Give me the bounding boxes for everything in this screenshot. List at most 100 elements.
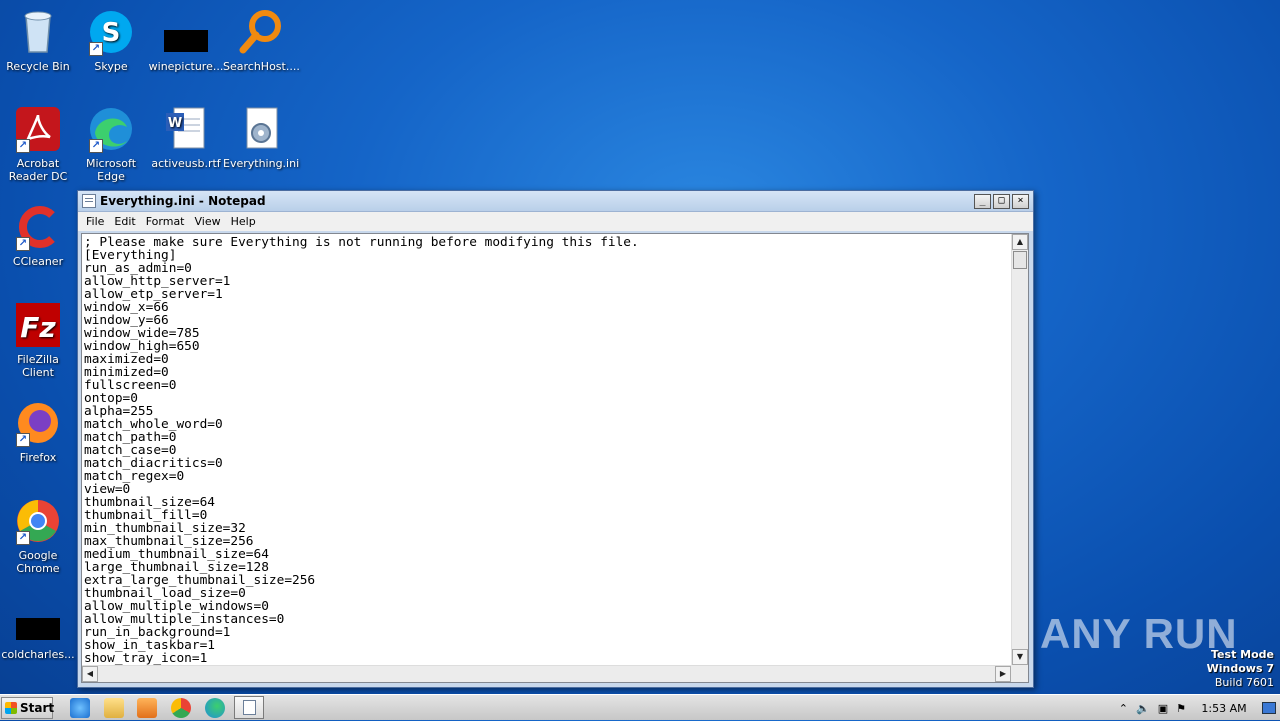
maximize-button[interactable]: □ [993,193,1010,209]
desktop-icon-firefox[interactable]: ↗ Firefox [0,399,76,464]
action-center-flag-icon[interactable]: ⚑ [1176,702,1186,715]
shortcut-arrow-icon: ↗ [16,237,30,251]
text-line: show_in_taskbar=1 [84,638,215,653]
shortcut-arrow-icon: ↗ [89,139,103,153]
minimize-button[interactable]: _ [974,193,991,209]
notepad-taskbar-button[interactable] [234,696,264,719]
volume-icon[interactable]: 🔈 [1136,702,1150,715]
ccleaner-icon: ↗ [14,203,62,251]
show-hidden-icons-icon[interactable]: ⌃ [1119,702,1128,715]
text-line: minimized=0 [84,365,169,380]
filezilla-icon: Fz [14,301,62,349]
text-line: run_in_background=1 [84,625,231,640]
text-line: view=0 [84,482,131,497]
menu-help[interactable]: Help [226,215,261,228]
test-mode-notice: Test Mode Windows 7 Build 7601 [1207,648,1274,690]
text-line: window_y=66 [84,313,169,328]
redacted-file-icon [14,596,62,644]
text-line: maximized=0 [84,352,169,367]
taskbar: Start ⌃ 🔈 ▣ ⚑ 1:53 AM [0,694,1280,720]
desktop-icon-label: FileZilla Client [17,353,59,379]
desktop-icon-searchhost[interactable]: SearchHost.... [223,8,300,73]
desktop-icon-label: CCleaner [12,255,64,268]
desktop-icon-label: Recycle Bin [6,60,70,73]
text-line: thumbnail_size=64 [84,495,215,510]
internet-explorer-icon[interactable] [70,698,90,718]
system-tray: ⌃ 🔈 ▣ ⚑ 1:53 AM [1115,695,1280,721]
menu-edit[interactable]: Edit [109,215,140,228]
desktop-icon-label: Skype [94,60,128,73]
desktop-icon-filezilla[interactable]: Fz FileZilla Client [0,301,76,379]
notepad-taskbar-icon [243,700,256,715]
text-line: [Everything] [84,248,177,263]
edge-taskbar-icon[interactable] [205,698,225,718]
scroll-down-button[interactable]: ▼ [1012,649,1028,665]
scroll-left-button[interactable]: ◀ [82,666,98,682]
text-line: show_tray_icon=1 [84,651,208,665]
media-player-icon[interactable] [137,698,157,718]
close-button[interactable]: × [1012,193,1029,209]
desktop-icon-ccleaner[interactable]: ↗ CCleaner [0,203,76,268]
redacted-file-icon [162,8,210,56]
build-line: Build 7601 [1214,676,1274,689]
horizontal-scrollbar[interactable]: ◀ ▶ [82,665,1011,682]
desktop-icon-acrobat[interactable]: ↗ Acrobat Reader DC [0,105,76,183]
start-button[interactable]: Start [1,697,55,719]
scroll-right-button[interactable]: ▶ [995,666,1011,682]
desktop-icon-everything-ini[interactable]: Everything.ini [223,105,299,170]
acrobat-icon: ↗ [14,105,62,153]
word-document-icon: W [162,105,210,153]
menu-bar: File Edit Format View Help [78,212,1033,231]
text-line: window_wide=785 [84,326,200,341]
vertical-scrollbar[interactable]: ▲ ▼ [1011,234,1028,665]
explorer-folder-icon[interactable] [104,698,124,718]
text-line: window_high=650 [84,339,200,354]
window-title: Everything.ini - Notepad [100,194,266,208]
scroll-up-button[interactable]: ▲ [1012,234,1028,250]
desktop-icon-recycle-bin[interactable]: Recycle Bin [0,8,76,73]
text-line: match_whole_word=0 [84,417,223,432]
desktop-icon-chrome[interactable]: ↗ Google Chrome [0,497,76,575]
text-line: match_diacritics=0 [84,456,223,471]
desktop-icon-winepicture[interactable]: winepicture... [148,8,224,73]
text-line: match_path=0 [84,430,177,445]
clock[interactable]: 1:53 AM [1194,702,1254,715]
text-line: ; Please make sure Everything is not run… [84,235,639,250]
network-icon[interactable]: ▣ [1158,702,1168,715]
skype-icon: S ↗ [87,8,135,56]
edge-icon: ↗ [87,105,135,153]
test-mode-line: Test Mode [1211,648,1274,661]
start-label: Start [20,701,55,715]
text-line: match_case=0 [84,443,177,458]
desktop-icon-label: Microsoft Edge [85,157,137,183]
desktop-icon-label: activeusb.rtf [151,157,221,170]
desktop-icon-label: SearchHost.... [223,60,300,73]
chrome-icon: ↗ [14,497,62,545]
notepad-icon [82,194,96,208]
desktop-icon-activeusb[interactable]: W activeusb.rtf [148,105,224,170]
menu-view[interactable]: View [190,215,226,228]
text-editor[interactable]: ; Please make sure Everything is not run… [81,233,1029,683]
show-desktop-icon[interactable] [1262,702,1276,714]
shortcut-arrow-icon: ↗ [89,42,103,56]
chrome-taskbar-icon[interactable] [171,698,191,718]
menu-format[interactable]: Format [141,215,190,228]
menu-file[interactable]: File [81,215,109,228]
text-line: allow_etp_server=1 [84,287,223,302]
title-bar[interactable]: Everything.ini - Notepad _ □ × [78,191,1033,212]
notepad-window[interactable]: Everything.ini - Notepad _ □ × File Edit… [77,190,1034,688]
svg-text:W: W [168,116,182,131]
windows-version-line: Windows 7 [1206,662,1274,675]
desktop-icon-edge[interactable]: ↗ Microsoft Edge [73,105,149,183]
vertical-scroll-thumb[interactable] [1013,251,1027,269]
text-line: fullscreen=0 [84,378,177,393]
desktop-icon-skype[interactable]: S ↗ Skype [73,8,149,73]
resize-grip[interactable] [1011,665,1028,682]
text-line: match_regex=0 [84,469,185,484]
text-line: window_x=66 [84,300,169,315]
desktop-icon-coldcharles[interactable]: coldcharles... [0,596,76,661]
shortcut-arrow-icon: ↗ [16,139,30,153]
editor-text[interactable]: ; Please make sure Everything is not run… [82,234,1011,665]
text-line: ontop=0 [84,391,138,406]
desktop-icon-label: Everything.ini [223,157,300,170]
